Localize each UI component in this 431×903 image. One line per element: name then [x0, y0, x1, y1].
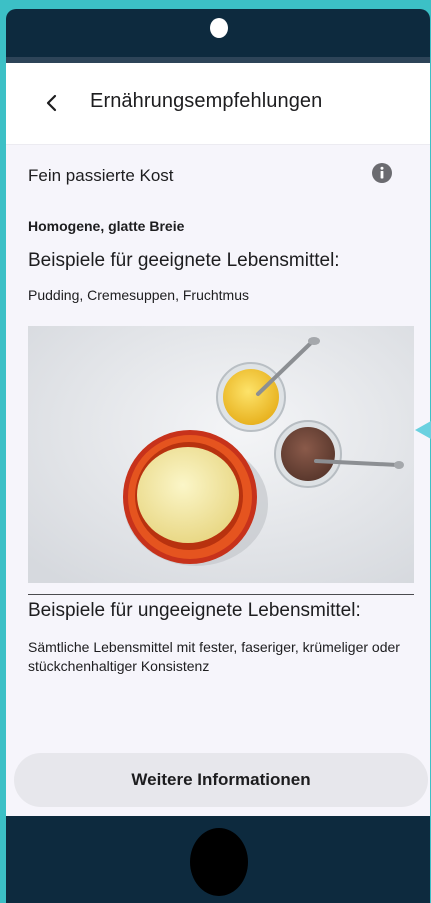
- chevron-left-icon[interactable]: [40, 89, 64, 117]
- suitable-foods-text: Pudding, Cremesuppen, Fruchtmus: [28, 287, 249, 303]
- device-frame: Ernährungsempfehlungen Fein passierte Ko…: [6, 9, 430, 903]
- unsuitable-foods-text: Sämtliche Lebensmittel mit fester, faser…: [28, 639, 400, 674]
- camera-icon: [210, 18, 228, 38]
- more-info-button[interactable]: Weitere Informationen: [14, 753, 428, 807]
- navigation-bar: Ernährungsempfehlungen: [6, 63, 430, 145]
- unsuitable-foods-heading: Beispiele für ungeeignete Lebensmittel:: [28, 600, 361, 621]
- section-divider: [28, 594, 414, 595]
- consistency-subheading: Homogene, glatte Breie: [28, 218, 185, 234]
- suitable-foods-heading: Beispiele für geeignete Lebensmittel:: [28, 250, 340, 271]
- info-circle-icon[interactable]: [370, 161, 394, 185]
- app-screen: Ernährungsempfehlungen Fein passierte Ko…: [6, 63, 430, 816]
- home-button[interactable]: [190, 828, 248, 896]
- side-arrow-icon: [415, 421, 431, 439]
- food-photo: [28, 326, 414, 583]
- page-title: Ernährungsempfehlungen: [90, 90, 323, 112]
- section-title: Fein passierte Kost: [28, 166, 174, 185]
